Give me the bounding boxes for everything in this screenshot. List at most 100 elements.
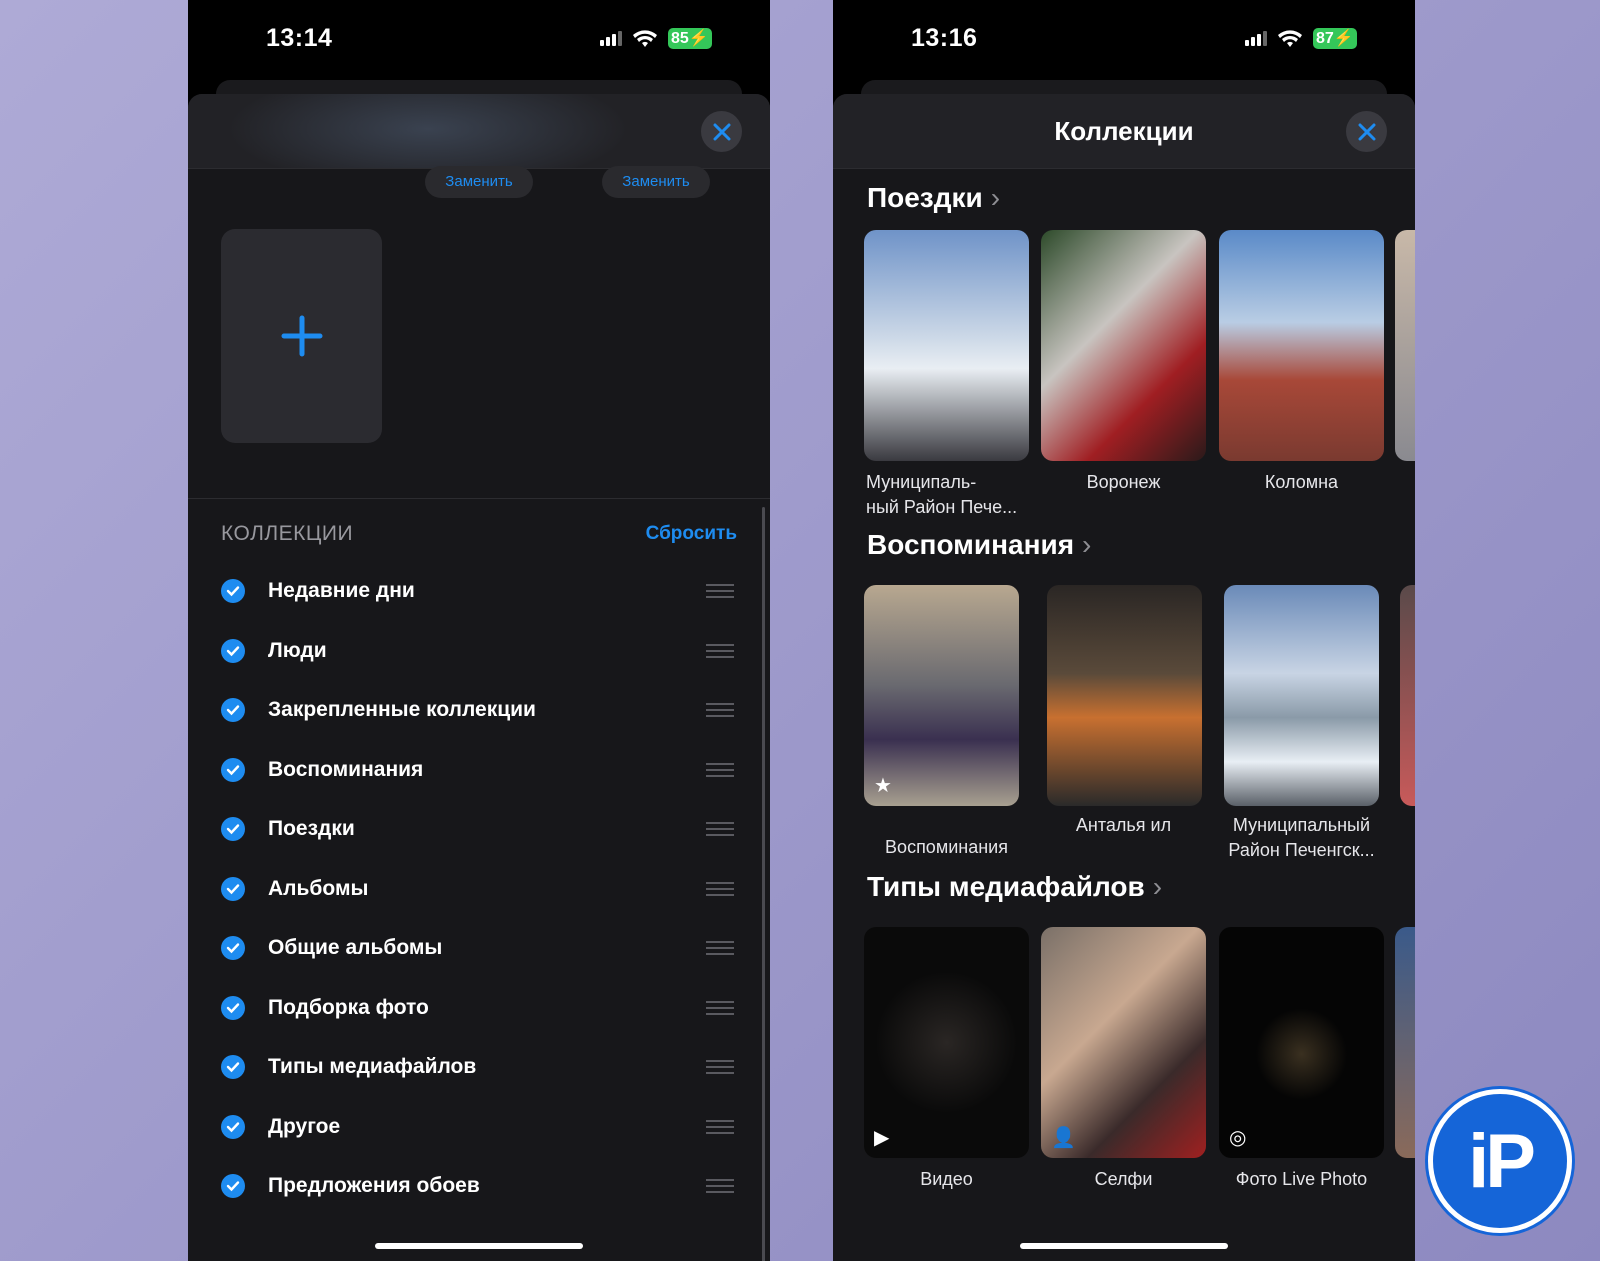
collection-label: Общие альбомы [268,936,443,959]
collection-row[interactable]: Люди [188,626,770,676]
drag-handle-icon[interactable] [706,1119,734,1134]
sheet: Коллекции Поездки › Муниципаль- ный Район … [833,94,1415,1261]
thumbnail-caption: Анталья ил [1075,815,1172,835]
checkmark-icon[interactable] [221,995,245,1020]
drag-handle-icon[interactable] [706,1179,734,1193]
home-indicator [375,1243,583,1249]
section-header-link[interactable]: Поездки › [867,182,1000,214]
collection-row[interactable]: Воспоминания [188,745,770,795]
media-type-icon: 👤 [1051,1127,1076,1149]
drag-handle-icon[interactable] [706,762,734,777]
drag-handle-icon[interactable] [706,941,734,955]
collection-label: Предложения обоев [268,1174,480,1197]
collection-row[interactable]: Другое [188,1102,770,1152]
collection-row[interactable]: Типы медиафайлов [188,1042,770,1092]
sheet: Заменить Заменить КОЛЛЕКЦИИ Сбросить Нед… [188,94,770,1261]
collection-label: Типы медиафайлов [268,1055,477,1078]
collection-label: Подборка фото [268,995,429,1019]
collection-label: Люди [268,638,327,662]
collection-thumbnail[interactable]: ▶ [864,927,1029,1158]
collection-row[interactable]: Закрепленные коллекции [188,685,770,735]
collection-thumbnail[interactable] [1219,230,1384,461]
collection-row[interactable]: Общие альбомы [188,923,770,973]
replace-button-1[interactable]: Заменить [425,166,533,198]
collection-thumbnail[interactable] [1041,230,1206,461]
checkmark-icon[interactable] [221,698,245,722]
section-header-link[interactable]: Воспоминания › [867,529,1091,561]
media-type-icon: ★ [874,775,892,797]
close-button[interactable] [1346,111,1387,152]
sheet-header: Коллекции [833,94,1415,169]
collection-thumbnail[interactable] [1395,230,1415,461]
add-collection-button[interactable] [221,229,382,443]
chevron-right-icon: › [1082,529,1092,560]
collection-row[interactable]: Подборка фото [188,983,770,1033]
collection-row[interactable]: Поездки [188,804,770,854]
checkmark-icon[interactable] [221,1174,245,1198]
thumbnail-caption: Муниципаль- ный Район Пече... [866,472,1018,517]
collection-label: Воспоминания [268,757,424,781]
thumbnail-caption: Коломна [1264,472,1339,492]
collection-thumbnail[interactable] [1395,927,1415,1158]
collection-label: Альбомы [268,876,369,900]
collection-label: Недавние дни [268,579,415,602]
collection-row[interactable]: Альбомы [188,864,770,914]
thumbnail-caption: Фото Live Photo [1235,1169,1368,1189]
collection-thumbnail[interactable]: 👤 [1041,927,1206,1158]
media-type-icon: ◎ [1229,1127,1247,1149]
drag-handle-icon[interactable] [706,822,734,836]
signal-icon [1245,31,1267,46]
collection-thumbnail[interactable]: ★ [864,585,1019,806]
signal-icon [600,31,622,46]
drag-handle-icon[interactable] [706,703,734,717]
wifi-icon [1278,29,1302,47]
collection-thumbnail[interactable] [1400,585,1415,806]
battery-icon: 87⚡ [1313,28,1357,49]
checkmark-icon[interactable] [221,876,245,901]
drag-handle-icon[interactable] [706,881,734,896]
collection-thumbnail[interactable] [864,230,1029,461]
status-time: 13:14 [266,24,333,52]
checkmark-icon[interactable] [221,757,245,782]
checkmark-icon[interactable] [221,638,245,663]
collection-thumbnail[interactable]: ◎ [1219,927,1384,1158]
reset-button[interactable]: Сбросить [646,523,737,545]
status-time: 13:16 [911,24,978,52]
checkmark-icon[interactable] [221,936,245,960]
collection-label: Поездки [268,817,355,840]
collection-row[interactable]: Предложения обоев [188,1161,770,1211]
thumbnail-caption: Видео [920,1169,973,1189]
status-icons: 85⚡ [600,28,712,49]
drag-handle-icon[interactable] [706,1000,734,1015]
drag-handle-icon[interactable] [706,584,734,598]
right-phone-screen: 13:16 87⚡ Коллекции Поездки › Муниципаль- … [833,0,1415,1261]
collection-thumbnail[interactable] [1047,585,1202,806]
thumbnail-caption: Воспоминания [885,837,1008,857]
divider [188,498,770,499]
section-header-link[interactable]: Типы медиафайлов › [867,871,1162,903]
section-title: Типы медиафайлов [867,871,1145,902]
replace-button-2[interactable]: Заменить [602,166,710,198]
section-title: Воспоминания [867,529,1075,560]
drag-handle-icon[interactable] [706,643,734,658]
sheet-title: Коллекции [1054,116,1194,146]
plus-icon [281,315,322,357]
section-title: Поездки [867,182,983,213]
collection-thumbnail[interactable] [1224,585,1379,806]
collection-label: Закрепленные коллекции [268,698,536,721]
checkmark-icon[interactable] [221,579,245,603]
checkmark-icon[interactable] [221,817,245,841]
home-indicator [1020,1243,1228,1249]
collection-label: Другое [268,1114,341,1138]
thumbnail-caption: Селфи [1094,1169,1153,1189]
chevron-right-icon: › [990,182,1001,213]
close-button[interactable] [701,111,742,152]
close-icon [1358,123,1375,140]
scrollbar[interactable] [762,507,765,1261]
media-type-icon: ▶ [874,1127,890,1149]
collection-row[interactable]: Недавние дни [188,566,770,616]
checkmark-icon[interactable] [221,1055,245,1079]
checkmark-icon[interactable] [221,1114,245,1139]
status-icons: 87⚡ [1245,28,1357,49]
drag-handle-icon[interactable] [706,1060,734,1074]
